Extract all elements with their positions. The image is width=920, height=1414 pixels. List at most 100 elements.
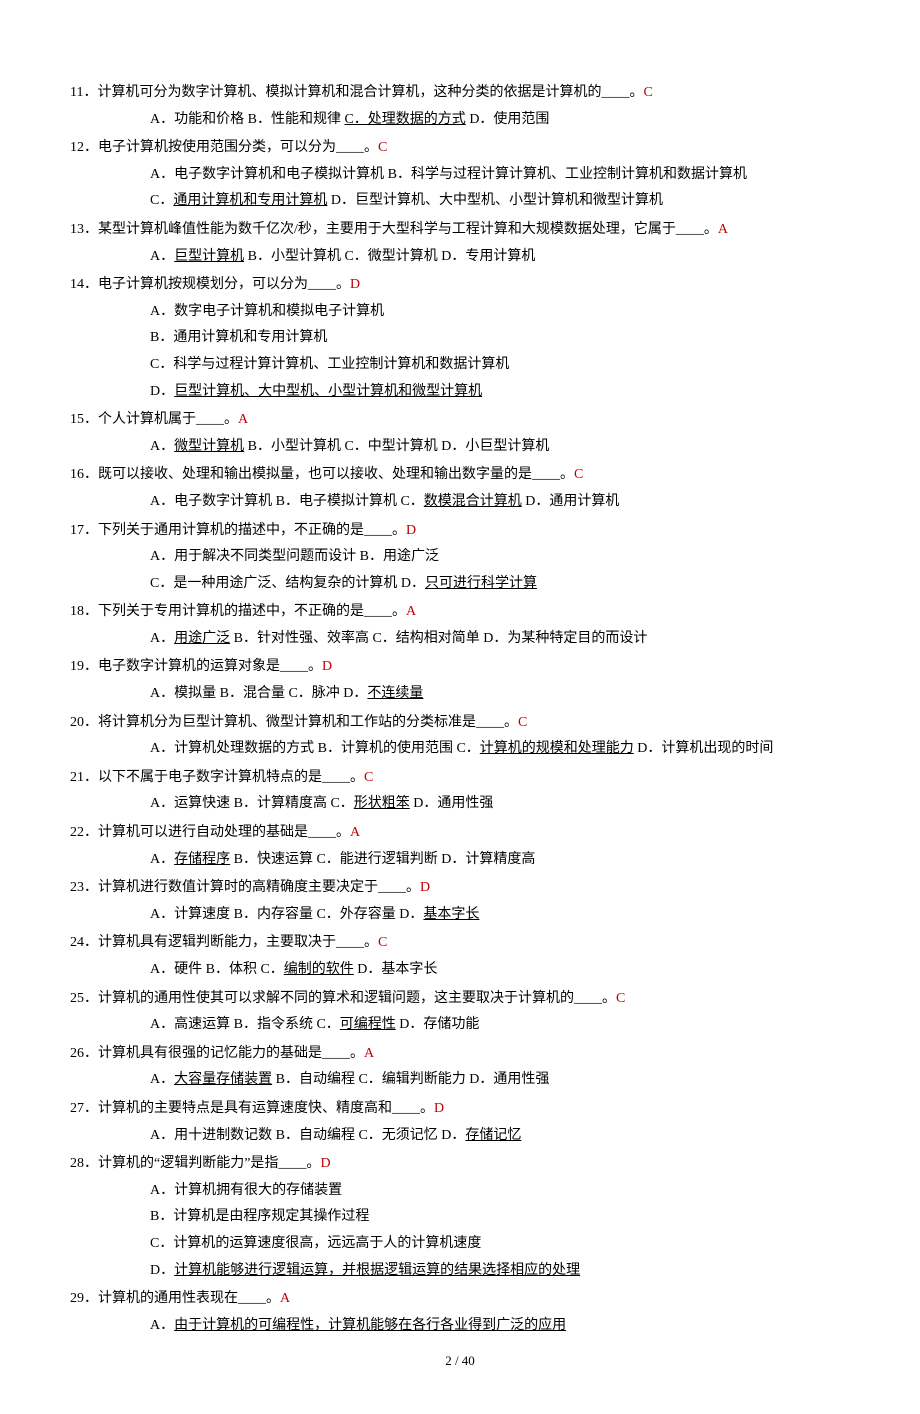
option-text: B．快速运算 C．能进行逻辑判断 D．计算精度高 [230,852,535,867]
question-stem: 12．电子计算机按使用范围分类，可以分为____。C [70,135,850,162]
question-block: 26．计算机具有很强的记忆能力的基础是____。AA．大容量存储装置 B．自动编… [70,1041,850,1094]
option-correct: 编制的软件 [284,962,354,977]
question-number: 19． [70,659,98,674]
option-text: A． [150,631,174,646]
question-text: 下列关于通用计算机的描述中，不正确的是____。 [98,523,406,538]
option-text: A． [150,249,174,264]
option-text: D．存储功能 [396,1017,480,1032]
option-line: D．巨型计算机、大中型机、小型计算机和微型计算机 [70,379,850,406]
option-text: A． [150,1072,174,1087]
option-line: B．计算机是由程序规定其操作过程 [70,1204,850,1231]
option-line: A．模拟量 B．混合量 C．脉冲 D．不连续量 [70,681,850,708]
option-line: A．用于解决不同类型问题而设计 B．用途广泛 [70,544,850,571]
option-text: C．科学与过程计算计算机、工业控制计算机和数据计算机 [150,357,509,372]
question-text: 计算机的通用性使其可以求解不同的算术和逻辑问题，这主要取决于计算机的____。 [98,991,616,1006]
question-number: 16． [70,467,98,482]
option-line: A．计算机处理数据的方式 B．计算机的使用范围 C．计算机的规模和处理能力 D．… [70,736,850,763]
option-text: D．使用范围 [466,112,550,127]
question-stem: 21．以下不属于电子数字计算机特点的是____。C [70,765,850,792]
question-block: 29．计算机的通用性表现在____。AA．由于计算机的可编程性，计算机能够在各行… [70,1286,850,1339]
question-number: 21． [70,770,98,785]
question-text: 下列关于专用计算机的描述中，不正确的是____。 [98,604,406,619]
option-line: D．计算机能够进行逻辑运算，并根据逻辑运算的结果选择相应的处理 [70,1258,850,1285]
option-line: A．巨型计算机 B．小型计算机 C．微型计算机 D．专用计算机 [70,244,850,271]
option-correct: 用途广泛 [174,631,230,646]
question-text: 计算机可分为数字计算机、模拟计算机和混合计算机，这种分类的依据是计算机的____… [97,85,643,100]
question-block: 15．个人计算机属于____。AA．微型计算机 B．小型计算机 C．中型计算机 … [70,407,850,460]
question-block: 21．以下不属于电子数字计算机特点的是____。CA．运算快速 B．计算精度高 … [70,765,850,818]
question-number: 25． [70,991,98,1006]
option-line: A．用途广泛 B．针对性强、效率高 C．结构相对简单 D．为某种特定目的而设计 [70,626,850,653]
option-text: D．巨型计算机、大中型机、小型计算机和微型计算机 [327,193,663,208]
option-text: C． [150,193,173,208]
answer-letter: D [322,659,332,674]
question-block: 23．计算机进行数值计算时的高精确度主要决定于____。DA．计算速度 B．内存… [70,875,850,928]
option-line: C．科学与过程计算计算机、工业控制计算机和数据计算机 [70,352,850,379]
option-correct: C．处理数据的方式 [344,112,465,127]
question-text: 计算机的通用性表现在____。 [98,1291,280,1306]
question-stem: 26．计算机具有很强的记忆能力的基础是____。A [70,1041,850,1068]
answer-letter: C [643,85,652,100]
option-line: A．硬件 B．体积 C．编制的软件 D．基本字长 [70,957,850,984]
option-line: A．由于计算机的可编程性，计算机能够在各行各业得到广泛的应用 [70,1313,850,1340]
answer-letter: C [574,467,583,482]
option-text: A． [150,439,174,454]
question-text: 将计算机分为巨型计算机、微型计算机和工作站的分类标准是____。 [98,715,518,730]
question-stem: 23．计算机进行数值计算时的高精确度主要决定于____。D [70,875,850,902]
option-text: B．自动编程 C．编辑判断能力 D．通用性强 [272,1072,549,1087]
question-text: 计算机的“逻辑判断能力”是指____。 [98,1156,320,1171]
option-text: B．小型计算机 C．微型计算机 D．专用计算机 [244,249,535,264]
question-block: 27．计算机的主要特点是具有运算速度快、精度高和____。DA．用十进制数记数 … [70,1096,850,1149]
question-block: 11．计算机可分为数字计算机、模拟计算机和混合计算机，这种分类的依据是计算机的_… [70,80,850,133]
answer-letter: C [518,715,527,730]
option-correct: 存储程序 [174,852,230,867]
question-block: 25．计算机的通用性使其可以求解不同的算术和逻辑问题，这主要取决于计算机的___… [70,986,850,1039]
question-block: 22．计算机可以进行自动处理的基础是____。AA．存储程序 B．快速运算 C．… [70,820,850,873]
option-line: A．功能和价格 B．性能和规律 C．处理数据的方式 D．使用范围 [70,107,850,134]
option-text: D．通用计算机 [522,494,620,509]
option-correct: 存储记忆 [465,1128,521,1143]
question-text: 电子计算机按使用范围分类，可以分为____。 [98,140,378,155]
question-number: 20． [70,715,98,730]
answer-letter: D [420,880,430,895]
option-line: B．通用计算机和专用计算机 [70,325,850,352]
question-block: 16．既可以接收、处理和输出模拟量，也可以接收、处理和输出数字量的是____。C… [70,462,850,515]
question-number: 11． [70,85,97,100]
option-text: C．计算机的运算速度很高，远远高于人的计算机速度 [150,1236,481,1251]
answer-letter: D [434,1101,444,1116]
question-text: 个人计算机属于____。 [98,412,238,427]
option-text: A．高速运算 B．指令系统 C． [150,1017,340,1032]
option-correct: 基本字长 [423,907,479,922]
question-text: 计算机具有逻辑判断能力，主要取决于____。 [98,935,378,950]
option-text: D．计算机出现的时间 [634,741,774,756]
question-stem: 24．计算机具有逻辑判断能力，主要取决于____。C [70,930,850,957]
option-text: A．运算快速 B．计算精度高 C． [150,796,354,811]
option-text: B．小型计算机 C．中型计算机 D．小巨型计算机 [244,439,549,454]
option-correct: 形状粗笨 [354,796,410,811]
option-text: D． [150,384,174,399]
option-text: C．是一种用途广泛、结构复杂的计算机 D． [150,576,425,591]
question-text: 某型计算机峰值性能为数千亿次/秒，主要用于大型科学与工程计算和大规模数据处理，它… [98,222,718,237]
question-number: 14． [70,277,98,292]
option-line: A．运算快速 B．计算精度高 C．形状粗笨 D．通用性强 [70,791,850,818]
question-number: 26． [70,1046,98,1061]
answer-letter: D [406,523,416,538]
option-line: C．通用计算机和专用计算机 D．巨型计算机、大中型机、小型计算机和微型计算机 [70,188,850,215]
option-text: A．用十进制数记数 B．自动编程 C．无须记忆 D． [150,1128,465,1143]
option-correct: 可编程性 [340,1017,396,1032]
option-text: A．计算机拥有很大的存储装置 [150,1183,342,1198]
question-block: 28．计算机的“逻辑判断能力”是指____。DA．计算机拥有很大的存储装置B．计… [70,1151,850,1284]
question-stem: 16．既可以接收、处理和输出模拟量，也可以接收、处理和输出数字量的是____。C [70,462,850,489]
option-line: A．大容量存储装置 B．自动编程 C．编辑判断能力 D．通用性强 [70,1067,850,1094]
question-stem: 29．计算机的通用性表现在____。A [70,1286,850,1313]
option-correct: 数模混合计算机 [424,494,522,509]
option-text: A．电子数字计算机和电子模拟计算机 B．科学与过程计算计算机、工业控制计算机和数… [150,167,747,182]
question-block: 18．下列关于专用计算机的描述中，不正确的是____。AA．用途广泛 B．针对性… [70,599,850,652]
question-number: 24． [70,935,98,950]
option-line: A．电子数字计算机和电子模拟计算机 B．科学与过程计算计算机、工业控制计算机和数… [70,162,850,189]
question-stem: 25．计算机的通用性使其可以求解不同的算术和逻辑问题，这主要取决于计算机的___… [70,986,850,1013]
option-text: A．硬件 B．体积 C． [150,962,284,977]
answer-letter: A [238,412,248,427]
option-text: A．计算机处理数据的方式 B．计算机的使用范围 C． [150,741,480,756]
option-correct: 由于计算机的可编程性，计算机能够在各行各业得到广泛的应用 [174,1318,566,1333]
